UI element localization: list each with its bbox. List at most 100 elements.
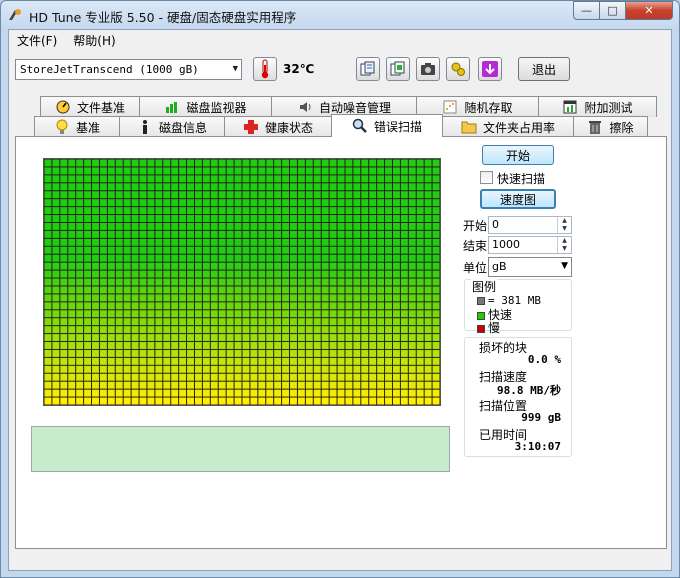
drive-select[interactable]: StoreJetTranscend (1000 gB) ▼: [15, 59, 242, 80]
block-cell: [179, 373, 187, 381]
tab-benchmark[interactable]: 基准: [34, 116, 120, 137]
block-cell: [92, 183, 99, 191]
copy-screen-icon[interactable]: [386, 57, 410, 81]
tab-disk-monitor[interactable]: 磁盘监视器: [139, 96, 272, 117]
block-cell: [321, 278, 329, 286]
block-cell: [84, 373, 92, 381]
block-cell: [313, 183, 321, 191]
block-cell: [92, 294, 99, 302]
block-cell: [155, 207, 163, 215]
block-cell: [68, 222, 76, 230]
block-cell: [408, 349, 416, 357]
stats-group: 损坏的块 0.0 % 扫描速度 98.8 MB/秒 扫描位置 999 gB 已用…: [464, 337, 572, 457]
block-cell: [392, 294, 400, 302]
block-cell: [194, 342, 202, 349]
block-cell: [274, 397, 282, 405]
block-cell: [321, 334, 329, 342]
block-cell: [266, 389, 274, 397]
block-cell: [361, 397, 369, 405]
speed-map-button[interactable]: 速度图: [480, 189, 556, 209]
quick-scan-checkbox[interactable]: [480, 171, 493, 184]
camera-icon[interactable]: [416, 57, 440, 81]
block-cell: [52, 167, 60, 175]
quick-scan-label: 快速扫描: [497, 172, 546, 186]
block-cell: [392, 389, 400, 397]
block-cell: [392, 397, 400, 405]
caption-buttons: — □ ✕: [573, 1, 673, 20]
title-bar[interactable]: HD Tune 专业版 5.50 - 硬盘/固态硬盘实用程序 — □ ✕: [1, 1, 679, 29]
block-cell: [432, 262, 440, 270]
maximize-button[interactable]: □: [600, 1, 626, 20]
block-cell: [377, 246, 385, 254]
spin-up-icon[interactable]: ▲: [557, 217, 571, 225]
tab-erase[interactable]: 擦除: [573, 116, 648, 137]
block-cell: [218, 365, 226, 373]
block-cell: [234, 373, 242, 381]
block-cell: [123, 294, 131, 302]
block-cell: [226, 357, 234, 365]
block-cell: [282, 222, 290, 230]
block-cell: [250, 381, 258, 389]
block-cell: [345, 254, 353, 262]
block-cell: [274, 294, 282, 302]
tab-disk-info[interactable]: 磁盘信息: [119, 116, 225, 137]
block-cell: [361, 294, 369, 302]
block-cell: [171, 365, 179, 373]
block-cell: [266, 342, 274, 349]
block-cell: [242, 191, 250, 199]
menu-help[interactable]: 帮助(H): [65, 32, 123, 49]
block-cell: [155, 270, 163, 278]
block-cell: [210, 294, 218, 302]
tab-label: 磁盘信息: [158, 120, 207, 135]
block-cell: [60, 278, 68, 286]
save-down-icon[interactable]: [478, 57, 502, 81]
minimize-button[interactable]: —: [573, 1, 600, 20]
block-cell: [131, 278, 139, 286]
tab-extra-tests[interactable]: 附加测试: [538, 96, 657, 117]
block-cell: [305, 294, 313, 302]
block-cell: [44, 302, 52, 310]
block-cell: [139, 238, 147, 246]
block-cell: [266, 238, 274, 246]
block-cell: [194, 310, 202, 318]
block-cell: [218, 389, 226, 397]
start-pos-input[interactable]: 0 ▲ ▼: [488, 216, 572, 234]
block-cell: [234, 191, 242, 199]
unit-select[interactable]: gB ▼: [488, 257, 572, 277]
tab-file-benchmark[interactable]: 文件基准: [40, 96, 140, 117]
tab-folder-usage[interactable]: 文件夹占用率: [442, 116, 574, 137]
block-cell: [313, 246, 321, 254]
spin-down-icon[interactable]: ▼: [557, 225, 571, 233]
tab-health[interactable]: 健康状态: [224, 116, 332, 137]
block-cell: [171, 294, 179, 302]
block-cell: [297, 373, 305, 381]
block-cell: [99, 326, 107, 334]
block-cell: [290, 342, 297, 349]
block-cell: [337, 262, 345, 270]
block-cell: [321, 389, 329, 397]
block-cell: [44, 246, 52, 254]
block-cell: [123, 349, 131, 357]
end-pos-input[interactable]: 1000 ▲ ▼: [488, 236, 572, 254]
block-cell: [76, 334, 84, 342]
copy-info-icon[interactable]: [356, 57, 380, 81]
block-cell: [218, 215, 226, 222]
block-cell: [139, 230, 147, 238]
block-cell: [131, 159, 139, 167]
close-button[interactable]: ✕: [626, 1, 673, 20]
options-icon[interactable]: [446, 57, 470, 81]
spin-up-icon[interactable]: ▲: [557, 237, 571, 245]
exit-button[interactable]: 退出: [518, 57, 570, 81]
menu-file[interactable]: 文件(F): [9, 32, 65, 49]
block-cell: [313, 373, 321, 381]
block-cell: [155, 167, 163, 175]
tab-label: 错误扫描: [373, 119, 422, 134]
spin-down-icon[interactable]: ▼: [557, 245, 571, 253]
tab-error-scan[interactable]: 错误扫描: [331, 114, 443, 137]
block-cell: [84, 215, 92, 222]
block-cell: [408, 294, 416, 302]
block-cell: [44, 381, 52, 389]
start-scan-button[interactable]: 开始: [482, 145, 554, 165]
block-cell: [408, 373, 416, 381]
block-cell: [416, 183, 424, 191]
